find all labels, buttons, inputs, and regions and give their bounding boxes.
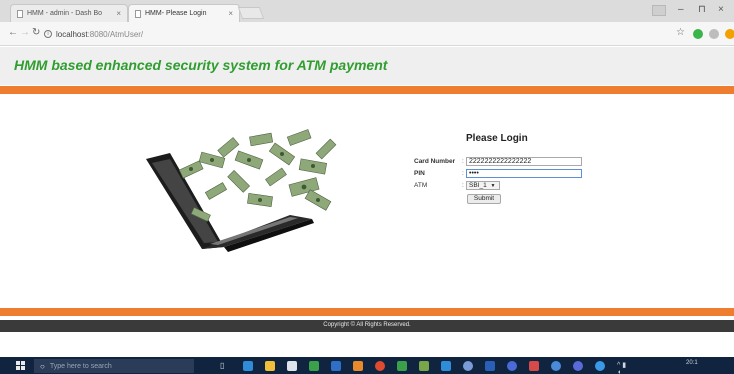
store-icon[interactable] [287, 361, 297, 371]
tab-please-login[interactable]: HMM- Please Login × [128, 4, 240, 22]
search-placeholder: Type here to search [49, 362, 112, 370]
app-icon[interactable] [485, 361, 495, 371]
card-number-input[interactable]: 2222222222222222 [466, 157, 582, 166]
taskbar-search-box[interactable]: ○ Type here to search [34, 359, 194, 373]
edge-icon[interactable] [243, 361, 253, 371]
task-view-icon[interactable]: ▯ [220, 361, 230, 371]
search-icon: ○ [40, 361, 45, 371]
tab-title: HMM - admin - Dash Bo [27, 10, 103, 17]
page-icon [135, 9, 141, 18]
label-separator: : [462, 182, 464, 189]
bookmark-star-icon[interactable]: ☆ [676, 27, 685, 38]
new-tab-button[interactable] [237, 7, 265, 19]
footer-divider [0, 308, 734, 316]
forward-arrow-icon[interactable]: → [20, 27, 30, 38]
close-window-icon[interactable]: × [718, 4, 724, 15]
restore-icon[interactable]: ⊓ [698, 4, 706, 15]
screen: HMM - admin - Dash Bo × HMM- Please Logi… [0, 0, 734, 374]
url-field[interactable]: i localhost:8080/AtmUser/ [44, 27, 143, 41]
label-separator: : [462, 158, 464, 165]
file-explorer-icon[interactable] [265, 361, 275, 371]
app-icon[interactable] [331, 361, 341, 371]
label-separator: : [462, 170, 464, 177]
profile-button[interactable] [652, 5, 666, 16]
app-icon[interactable] [419, 361, 429, 371]
atm-select[interactable]: SBI_1 ▼ [466, 181, 500, 190]
windows-start-icon[interactable] [16, 361, 25, 370]
extension-icon[interactable] [693, 29, 703, 39]
pin-label: PIN [414, 170, 425, 177]
page-icon [17, 9, 23, 18]
tab-admin-dashboard[interactable]: HMM - admin - Dash Bo × [10, 4, 128, 22]
app-icon[interactable] [595, 361, 605, 371]
info-icon[interactable]: i [44, 30, 52, 38]
dropdown-arrow-icon: ▼ [490, 183, 496, 189]
url-host: localhost [56, 29, 88, 39]
extension-icon[interactable] [709, 29, 719, 39]
copyright-text: Copyright © All Rights Reserved. [323, 322, 411, 328]
reload-icon[interactable]: ↻ [32, 27, 40, 38]
app-icon[interactable] [353, 361, 363, 371]
card-number-label: Card Number [414, 158, 456, 165]
taskbar-clock[interactable]: 20:1 [686, 360, 698, 366]
back-arrow-icon[interactable]: ← [8, 27, 18, 38]
pin-input[interactable]: •••• [466, 169, 582, 178]
close-icon[interactable]: × [116, 9, 121, 18]
app-icon[interactable] [441, 361, 451, 371]
system-tray-icons[interactable]: ^ ▮ ◖ [617, 361, 627, 374]
header-divider [0, 86, 734, 94]
app-icon[interactable] [397, 361, 407, 371]
app-icon[interactable] [529, 361, 539, 371]
app-icon[interactable] [573, 361, 583, 371]
tab-title: HMM- Please Login [145, 10, 207, 17]
extension-icon[interactable] [725, 29, 734, 39]
chrome-icon[interactable] [375, 361, 385, 371]
laptop-money-illustration [146, 129, 337, 252]
login-heading: Please Login [466, 133, 528, 144]
minimize-icon[interactable]: – [678, 4, 684, 15]
url-path: :8080/AtmUser/ [87, 29, 144, 39]
atm-selected-value: SBI_1 [469, 182, 487, 189]
app-icon[interactable] [551, 361, 561, 371]
app-icon[interactable] [309, 361, 319, 371]
app-icon[interactable] [507, 361, 517, 371]
atm-label: ATM [414, 182, 428, 189]
submit-button[interactable]: Submit [467, 194, 501, 204]
site-title: HMM based enhanced security system for A… [14, 57, 388, 73]
app-icon[interactable] [463, 361, 473, 371]
close-icon[interactable]: × [228, 9, 233, 18]
